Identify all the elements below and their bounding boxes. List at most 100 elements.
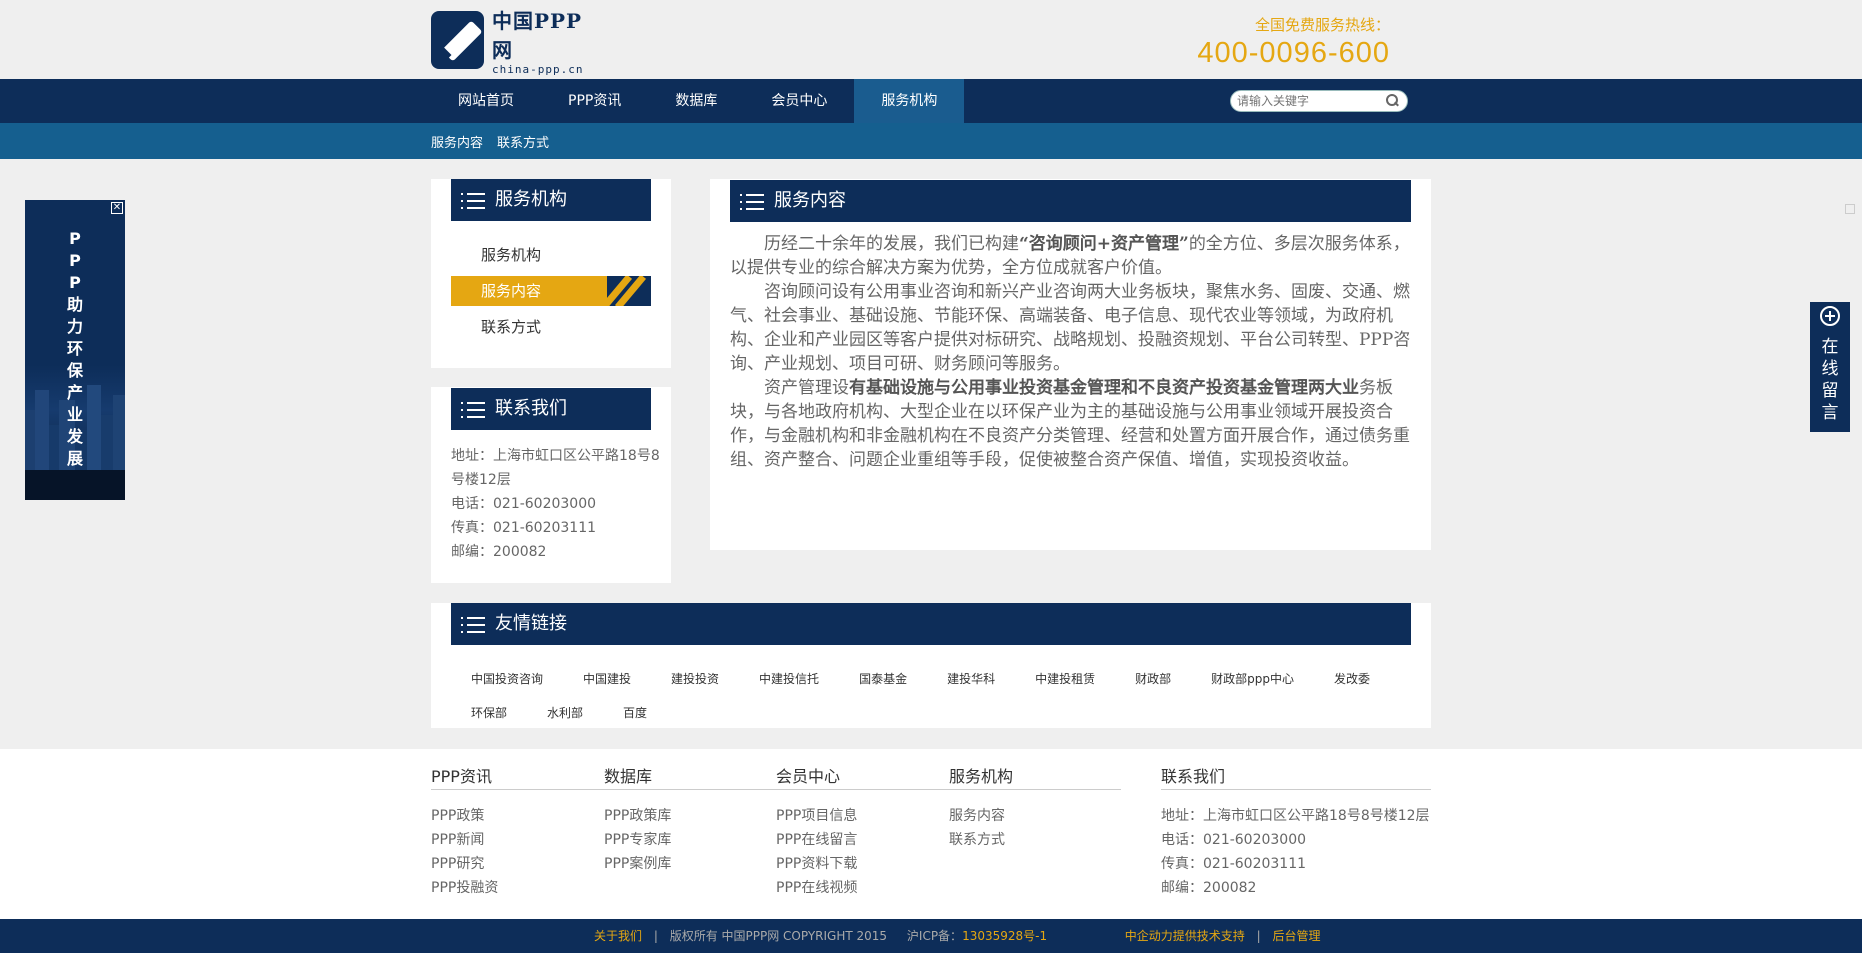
- footer-col-title: 会员中心: [776, 767, 841, 786]
- contact-postcode: 邮编：200082: [451, 544, 547, 560]
- logo-text: 中国PPP网 china-ppp.cn: [492, 5, 601, 76]
- friend-link[interactable]: 中建投信托: [759, 670, 819, 687]
- search-box: [1230, 90, 1408, 112]
- article-paragraph: 资产管理设有基础设施与公用事业投资基金管理和不良资产投资基金管理两大业务板块，与…: [730, 378, 1410, 470]
- search-icon[interactable]: [1385, 94, 1399, 108]
- friend-link[interactable]: 财政部: [1135, 670, 1171, 687]
- footer-contact-line: 电话：021-60203000: [1161, 832, 1307, 848]
- hotline-label: 全国免费服务热线：: [1254, 16, 1390, 34]
- footer-link[interactable]: PPP在线留言: [776, 828, 857, 852]
- ad-char: P: [69, 251, 81, 270]
- ad-char: 环: [66, 339, 83, 358]
- friend-link[interactable]: 环保部: [471, 704, 507, 721]
- list-icon: [740, 193, 764, 211]
- copyright-bar: 关于我们 | 版权所有 中国PPP网 COPYRIGHT 2015 沪ICP备：…: [0, 919, 1862, 953]
- separator: |: [1256, 929, 1261, 943]
- footer-link[interactable]: PPP资料下载: [776, 852, 857, 876]
- footer-link[interactable]: PPP在线视频: [776, 876, 857, 900]
- nav-item-ppp-news[interactable]: PPP资讯: [541, 79, 648, 123]
- ad-close-button[interactable]: ✕: [111, 202, 123, 214]
- footer-col-contact: 联系我们 地址：上海市虹口区公平路18号8号楼12层 电话：021-602030…: [1161, 762, 1430, 900]
- footer-link[interactable]: PPP专家库: [604, 828, 671, 852]
- about-us-link[interactable]: 关于我们: [594, 929, 642, 943]
- friend-link[interactable]: 中国建投: [583, 670, 631, 687]
- footer-link[interactable]: PPP投融资: [431, 876, 498, 900]
- nav-item-home[interactable]: 网站首页: [431, 79, 541, 123]
- plus-icon: [1820, 306, 1840, 326]
- side-link-label: 服务内容: [481, 282, 542, 300]
- contact-header: 联系我们: [451, 388, 651, 430]
- friend-link[interactable]: 国泰基金: [859, 670, 907, 687]
- footer-col-title: 服务机构: [949, 767, 1014, 786]
- article-paragraph: 咨询顾问设有公用事业咨询和新兴产业咨询两大业务板块，聚焦水务、固废、交通、燃气、…: [730, 282, 1411, 374]
- ad-char: P: [69, 273, 81, 292]
- side-link-service-content[interactable]: 服务内容: [451, 276, 651, 306]
- service-org-panel: 服务机构 服务机构 服务内容 联系方式: [431, 179, 671, 368]
- friend-link[interactable]: 中建投租赁: [1035, 670, 1095, 687]
- friend-links-row: 环保部 水利部 百度: [471, 704, 687, 721]
- friend-links-row: 中国投资咨询 中国建投 建投投资 中建投信托 国泰基金 建投华科 中建投租赁 财…: [471, 670, 1410, 687]
- site-logo[interactable]: 中国PPP网 china-ppp.cn: [431, 9, 601, 76]
- friend-links-panel: 友情链接 中国投资咨询 中国建投 建投投资 中建投信托 国泰基金 建投华科 中建…: [431, 603, 1431, 728]
- friend-link[interactable]: 中国投资咨询: [471, 670, 543, 687]
- footer-link[interactable]: PPP案例库: [604, 852, 671, 876]
- footer-link[interactable]: PPP政策: [431, 804, 498, 828]
- list-icon: [461, 616, 485, 634]
- footer-link[interactable]: PPP政策库: [604, 804, 671, 828]
- friend-links-title: 友情链接: [495, 613, 567, 634]
- sub-nav: 服务内容 联系方式: [0, 123, 1862, 159]
- friend-link[interactable]: 建投投资: [671, 670, 719, 687]
- online-message-button[interactable]: 在 线 留 言: [1810, 302, 1850, 432]
- main-nav: 网站首页 PPP资讯 数据库 会员中心 服务机构: [0, 79, 1862, 123]
- contact-title: 联系我们: [495, 398, 567, 419]
- friend-link[interactable]: 发改委: [1334, 670, 1370, 687]
- ad-char: 力: [66, 317, 83, 336]
- footer-col-member: 会员中心 PPP项目信息 PPP在线留言 PPP资料下载 PPP在线视频: [776, 762, 857, 900]
- ad-char: 发: [66, 427, 83, 446]
- side-link-service-org[interactable]: 服务机构: [451, 240, 651, 270]
- admin-link[interactable]: 后台管理: [1272, 929, 1320, 943]
- list-icon: [461, 192, 485, 210]
- icp-number[interactable]: 13035928号-1: [962, 929, 1047, 943]
- ad-slogan: P P P 助 力 环 保 产 业 发 展: [25, 228, 125, 470]
- footer-link[interactable]: 服务内容: [949, 804, 1013, 828]
- footer-col-title: 数据库: [604, 767, 653, 786]
- subnav-item-service-content[interactable]: 服务内容: [431, 132, 483, 151]
- logo-badge-icon: [431, 11, 484, 69]
- service-org-header: 服务机构: [451, 179, 651, 221]
- footer-link[interactable]: PPP研究: [431, 852, 498, 876]
- ad-char: 展: [66, 449, 83, 468]
- nav-item-member-center[interactable]: 会员中心: [744, 79, 854, 123]
- side-ad-banner[interactable]: ✕ P P P 助 力 环 保 产 业 发 展: [25, 200, 125, 500]
- page-title: 服务内容: [774, 190, 846, 211]
- friend-link[interactable]: 建投华科: [947, 670, 995, 687]
- footer-link[interactable]: PPP新闻: [431, 828, 498, 852]
- friend-link[interactable]: 百度: [623, 704, 647, 721]
- nav-item-service-org[interactable]: 服务机构: [854, 79, 965, 123]
- tech-support-link[interactable]: 中企动力提供技术支持: [1125, 929, 1245, 943]
- icp-label: 沪ICP备：: [906, 929, 963, 943]
- search-input[interactable]: [1237, 94, 1385, 108]
- side-link-label: 服务机构: [481, 246, 542, 264]
- service-org-title: 服务机构: [495, 189, 567, 210]
- friend-link[interactable]: 财政部ppp中心: [1211, 670, 1294, 687]
- footer-contact-line: 传真：021-60203111: [1161, 856, 1307, 872]
- subnav-item-contact[interactable]: 联系方式: [497, 132, 549, 151]
- side-link-contact[interactable]: 联系方式: [451, 312, 651, 342]
- ad-char: 产: [66, 383, 83, 402]
- hotline: 全国免费服务热线： 400-0096-600: [1150, 14, 1390, 71]
- side-link-label: 联系方式: [481, 318, 542, 336]
- footer-contact-line: 邮编：200082: [1161, 880, 1257, 896]
- friend-link[interactable]: 水利部: [547, 704, 583, 721]
- hotline-number: 400-0096-600: [1197, 37, 1390, 69]
- article-paragraph: 历经二十余年的发展，我们已构建“咨询顾问+资产管理”的全方位、多层次服务体系，以…: [730, 234, 1410, 278]
- online-message-label: 在 线 留 言: [1821, 337, 1839, 423]
- footer-col-database: 数据库 PPP政策库 PPP专家库 PPP案例库: [604, 762, 671, 876]
- contact-address: 地址：上海市虹口区公平路18号8号楼12层: [451, 448, 660, 488]
- footer-link[interactable]: 联系方式: [949, 828, 1013, 852]
- footer-link[interactable]: PPP项目信息: [776, 804, 857, 828]
- close-icon[interactable]: [1845, 204, 1855, 214]
- nav-item-database[interactable]: 数据库: [648, 79, 744, 123]
- ad-char: 保: [66, 361, 83, 380]
- footer-contact-line: 地址：上海市虹口区公平路18号8号楼12层: [1161, 808, 1430, 824]
